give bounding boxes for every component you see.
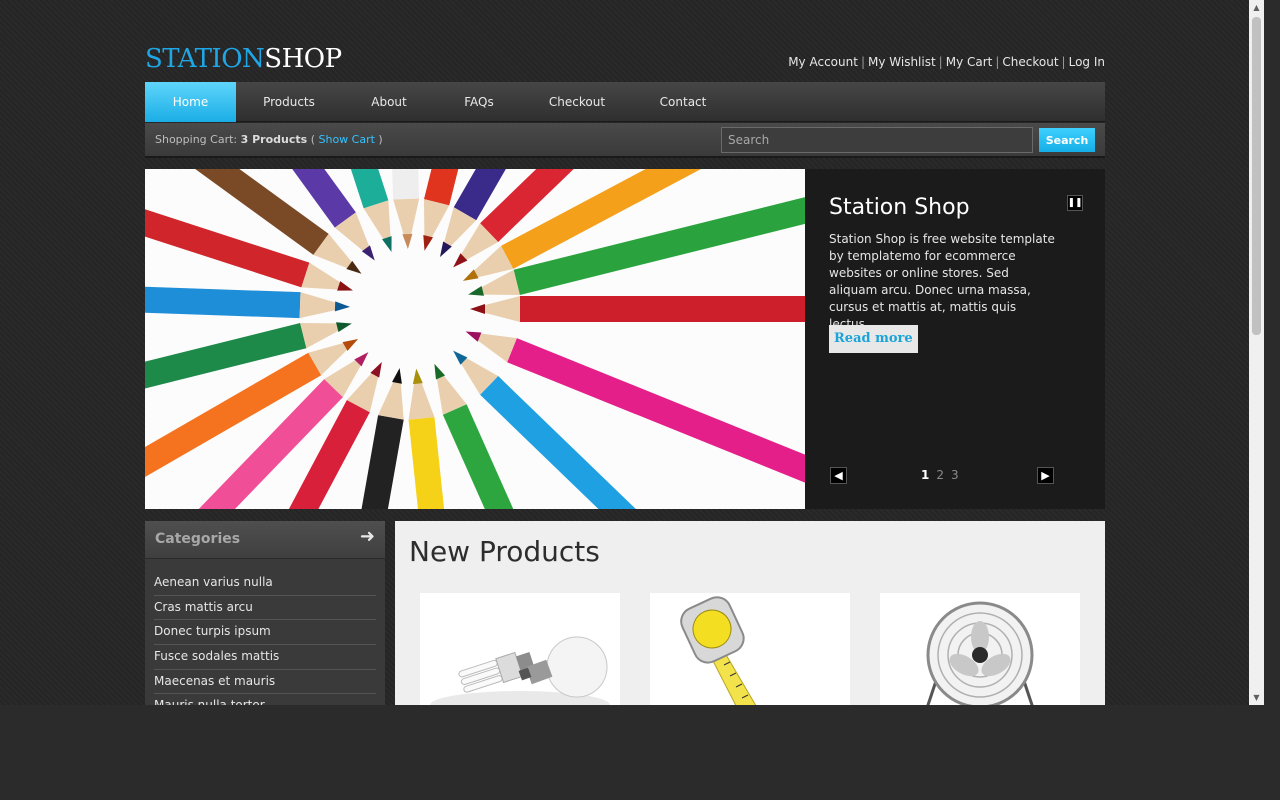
category-item[interactable]: Aenean varius nulla — [154, 571, 376, 596]
vertical-scrollbar[interactable]: ▲ ▼ — [1249, 0, 1264, 705]
scroll-down-icon[interactable]: ▼ — [1249, 690, 1264, 705]
slide-page-3[interactable]: 3 — [951, 468, 959, 482]
read-more-button[interactable]: Read more — [829, 325, 918, 353]
browser-viewport: STATIONSHOP My Account | My Wishlist | My Ca… — [0, 0, 1249, 705]
category-item[interactable]: Mauris nulla tortor — [154, 694, 376, 705]
new-products-section: New Products — [395, 521, 1105, 705]
pause-icon[interactable]: ❚❚ — [1067, 195, 1083, 211]
slide-title: Station Shop — [829, 195, 970, 220]
menu-item-home[interactable]: Home — [145, 82, 236, 122]
menu-item-about[interactable]: About — [345, 82, 433, 122]
arrow-right-icon[interactable]: ➜ — [360, 528, 375, 546]
desk-fan-icon — [880, 593, 1080, 705]
next-arrow-icon[interactable]: ▶ — [1037, 467, 1054, 484]
scroll-up-icon[interactable]: ▲ — [1249, 0, 1264, 15]
colored-pencils-image — [145, 169, 805, 509]
cart-label: Shopping Cart: — [155, 133, 238, 146]
category-item[interactable]: Fusce sodales mattis — [154, 645, 376, 670]
my-wishlist-link[interactable]: My Wishlist — [868, 55, 936, 69]
log-in-link[interactable]: Log In — [1069, 55, 1105, 69]
separator: | — [938, 55, 943, 69]
category-item[interactable]: Maecenas et mauris — [154, 670, 376, 695]
new-products-title: New Products — [409, 535, 600, 568]
paren-open: ( — [310, 133, 315, 146]
separator: | — [995, 55, 1000, 69]
light-bulb-icon — [420, 593, 620, 705]
category-list: Aenean varius nulla Cras mattis arcu Don… — [154, 571, 376, 705]
categories-header: Categories ➜ — [145, 521, 385, 559]
my-cart-link[interactable]: My Cart — [946, 55, 993, 69]
slide-page-2[interactable]: 2 — [936, 468, 944, 482]
slide-description: Station Shop is free website template by… — [829, 232, 1055, 331]
menu-item-products[interactable]: Products — [244, 82, 334, 122]
main-menu: Home Products About FAQs Checkout Contac… — [145, 82, 1105, 122]
prev-arrow-icon[interactable]: ◀ — [830, 467, 847, 484]
product-tape-measure[interactable] — [650, 593, 850, 705]
logo-shop: SHOP — [264, 44, 342, 74]
tape-measure-icon — [650, 593, 850, 705]
site-logo[interactable]: STATIONSHOP — [145, 44, 342, 76]
categories-sidebar: Categories ➜ Aenean varius nulla Cras ma… — [145, 521, 385, 705]
search-button[interactable]: Search — [1039, 128, 1095, 152]
pencils-illustration — [145, 169, 805, 509]
slider-caption-panel: Station Shop Station Shop is free websit… — [805, 169, 1105, 509]
my-account-link[interactable]: My Account — [788, 55, 858, 69]
slide-page-1[interactable]: 1 — [921, 468, 929, 482]
categories-title: Categories — [155, 531, 241, 547]
checkout-link[interactable]: Checkout — [1002, 55, 1058, 69]
product-light-bulb[interactable] — [420, 593, 620, 705]
menu-item-faqs[interactable]: FAQs — [435, 82, 523, 122]
separator: | — [860, 55, 865, 69]
cart-count: 3 Products — [240, 133, 308, 146]
category-item[interactable]: Donec turpis ipsum — [154, 620, 376, 646]
menu-item-contact[interactable]: Contact — [639, 82, 727, 122]
scrollbar-thumb[interactable] — [1252, 17, 1261, 335]
show-cart-link[interactable]: Show Cart — [318, 133, 374, 146]
separator: | — [1061, 55, 1066, 69]
slide-pagination: 123 — [921, 468, 966, 482]
category-item[interactable]: Cras mattis arcu — [154, 596, 376, 621]
top-links: My Account | My Wishlist | My Cart | Checkout |… — [788, 55, 1105, 69]
menu-item-checkout[interactable]: Checkout — [533, 82, 621, 122]
cart-bar: Shopping Cart: 3 Products ( Show Cart ) … — [145, 123, 1105, 158]
logo-station: STATION — [145, 44, 265, 74]
search-input[interactable] — [721, 127, 1033, 153]
shopping-cart-info: Shopping Cart: 3 Products ( Show Cart ) — [155, 133, 383, 146]
paren-close: ) — [378, 133, 383, 146]
product-desk-fan[interactable] — [880, 593, 1080, 705]
featured-slider: Station Shop Station Shop is free websit… — [145, 169, 1105, 509]
